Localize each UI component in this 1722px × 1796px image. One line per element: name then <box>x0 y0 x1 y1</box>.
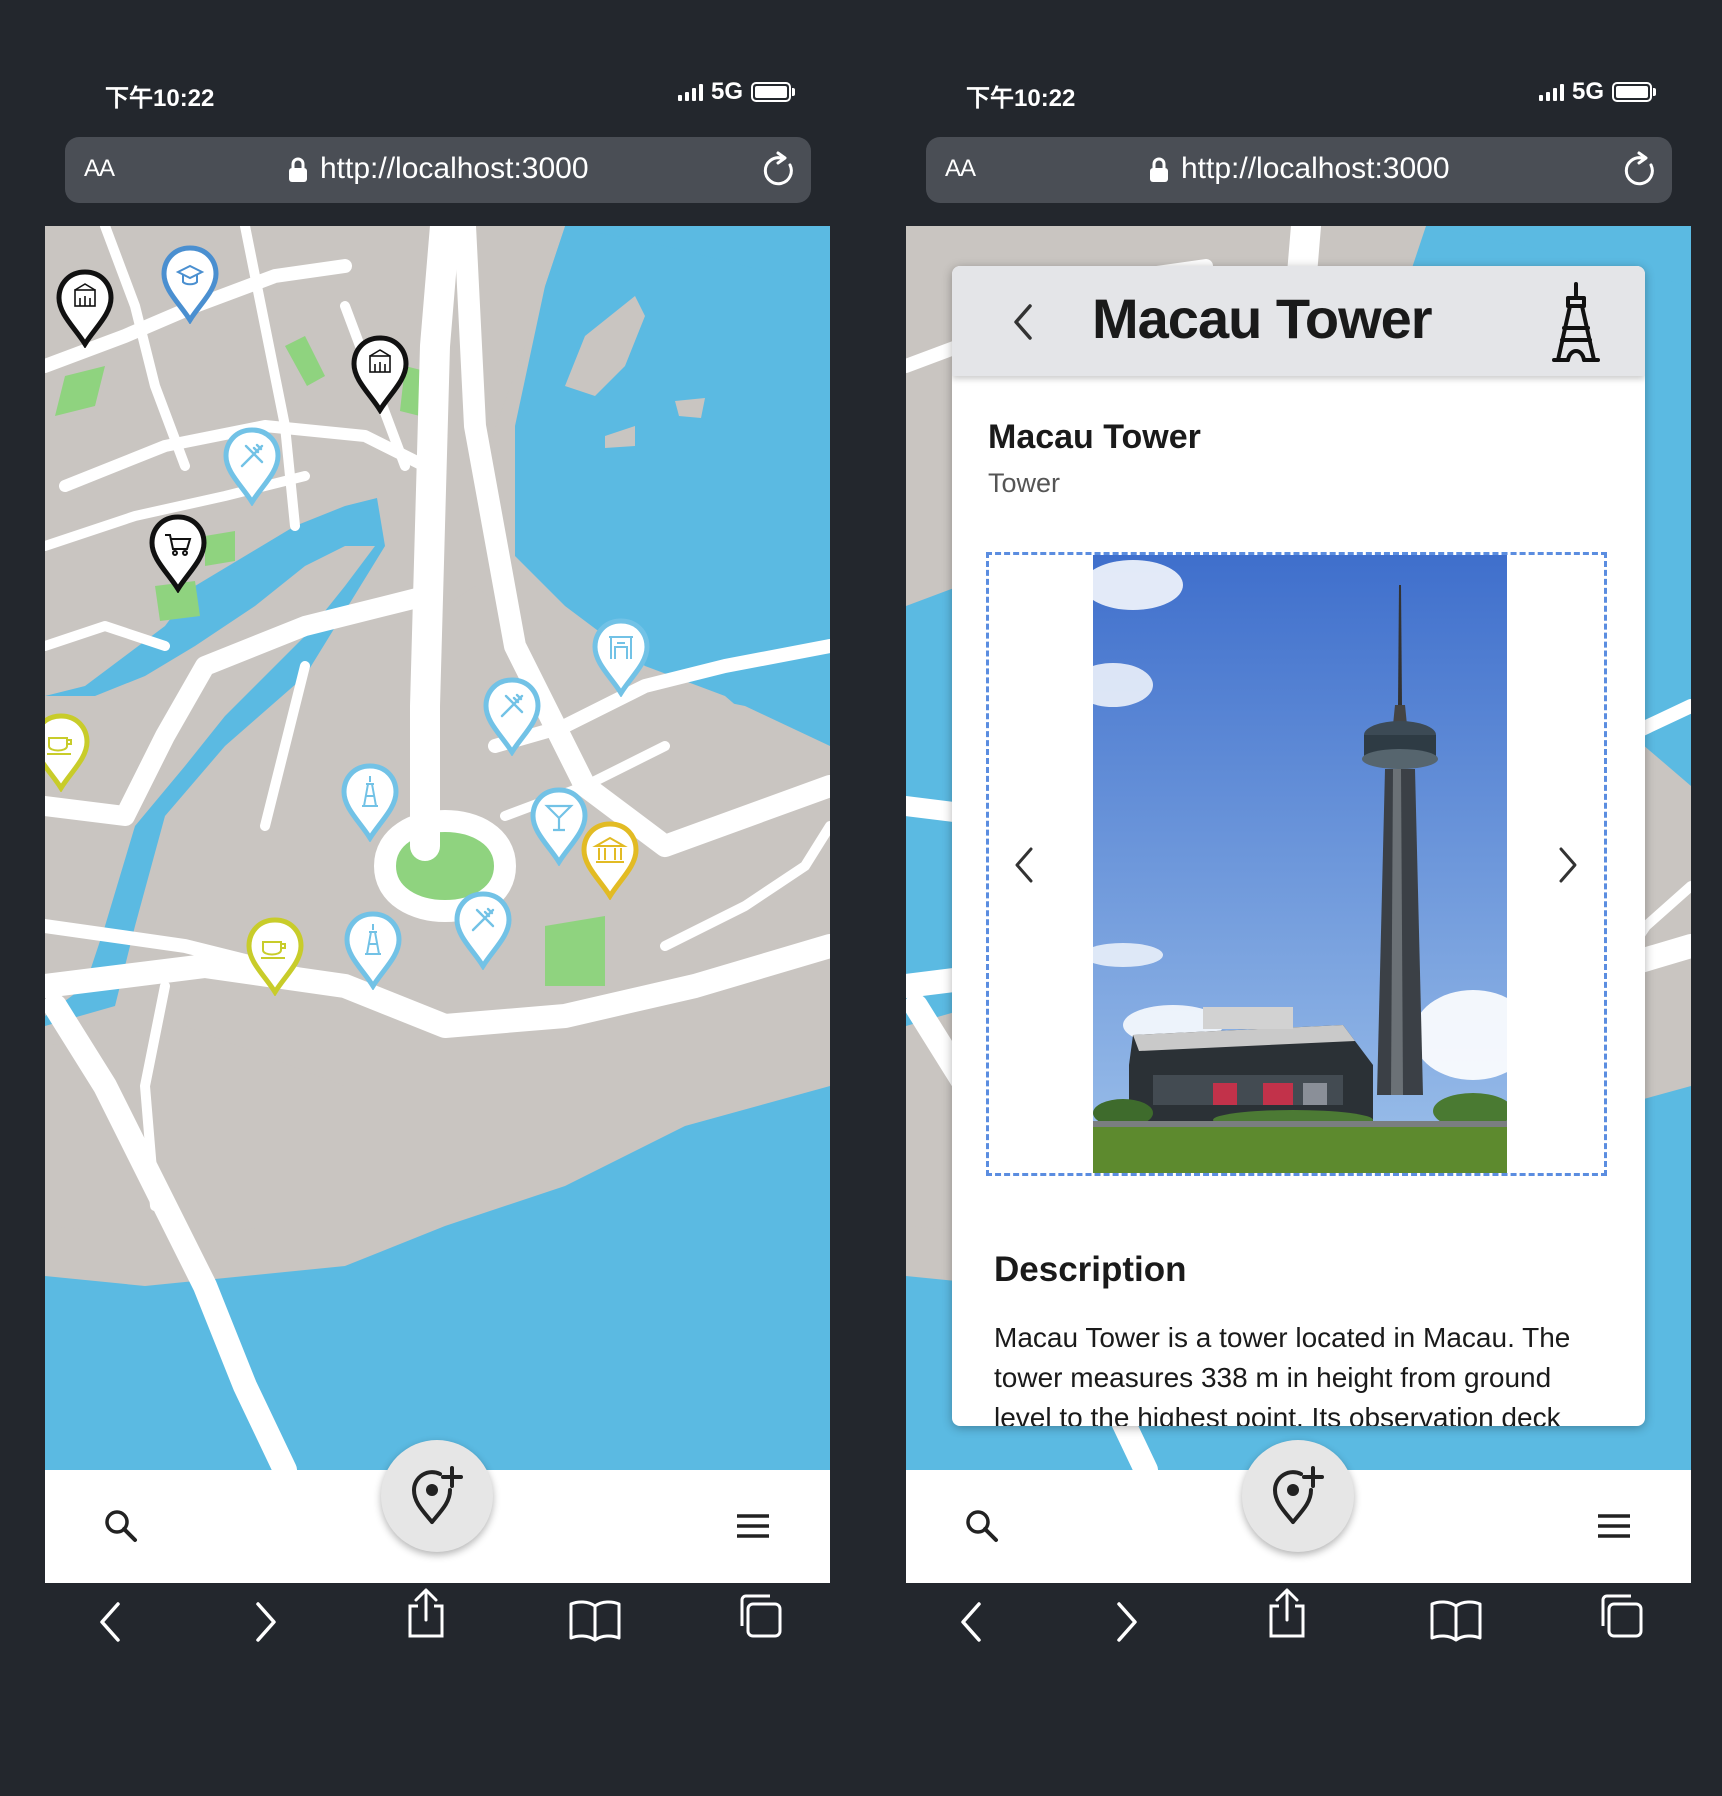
share-icon[interactable] <box>1265 1586 1309 1640</box>
battery-icon <box>1612 82 1656 102</box>
map-marker-tower[interactable] <box>340 762 400 842</box>
reload-icon[interactable] <box>1622 151 1658 189</box>
search-icon[interactable] <box>964 1508 1000 1544</box>
description-text: Macau Tower is a tower located in Macau.… <box>994 1322 1571 1426</box>
browser-back-icon[interactable] <box>957 1600 987 1644</box>
share-icon[interactable] <box>404 1586 448 1640</box>
map-marker-restaurant[interactable] <box>453 890 513 970</box>
status-network: 5G <box>1538 78 1656 106</box>
phone-left: 下午10:22 5G AA http://localhost:3000 <box>0 0 861 1796</box>
bookmarks-icon[interactable] <box>1429 1598 1483 1642</box>
place-name: Macau Tower <box>988 418 1201 456</box>
browser-toolbar <box>861 1588 1722 1680</box>
map-marker-shopping[interactable] <box>148 513 208 593</box>
status-bar: 下午10:22 5G <box>105 78 795 112</box>
phone-right: 下午10:22 5G AA http://localhost:3000 Maca… <box>861 0 1722 1796</box>
add-place-button[interactable] <box>1242 1440 1354 1552</box>
browser-forward-icon[interactable] <box>1111 1600 1141 1644</box>
map-marker-tower[interactable] <box>343 910 403 990</box>
add-location-icon <box>1272 1466 1324 1524</box>
network-label: 5G <box>1571 78 1604 105</box>
text-size-button[interactable]: AA <box>945 155 976 183</box>
app-screen: Macau Tower Macau Tower Tower Descriptio… <box>906 226 1691 1583</box>
tabs-icon[interactable] <box>736 1592 784 1640</box>
map-marker-museum[interactable] <box>580 820 640 900</box>
place-detail-panel: Macau Tower Macau Tower Tower Descriptio… <box>952 266 1645 1426</box>
search-icon[interactable] <box>103 1508 139 1544</box>
hamburger-menu-icon[interactable] <box>1596 1513 1632 1539</box>
panel-header: Macau Tower <box>952 266 1645 376</box>
add-location-icon <box>411 1466 463 1524</box>
gallery-prev-icon[interactable] <box>1011 845 1037 885</box>
signal-icon <box>1538 83 1564 101</box>
description-heading: Description <box>994 1250 1187 1289</box>
map-marker-restaurant[interactable] <box>482 676 542 756</box>
place-photo <box>1093 555 1507 1173</box>
hamburger-menu-icon[interactable] <box>735 1513 771 1539</box>
map-marker-school[interactable] <box>160 244 220 324</box>
bookmarks-icon[interactable] <box>568 1598 622 1642</box>
lock-icon <box>289 157 307 182</box>
map-marker-landmark[interactable] <box>55 268 115 348</box>
browser-forward-icon[interactable] <box>250 1600 280 1644</box>
tower-icon <box>1552 282 1600 362</box>
url-text[interactable]: http://localhost:3000 <box>1181 152 1450 186</box>
map-view[interactable] <box>45 226 830 1470</box>
map-marker-restaurant[interactable] <box>222 426 282 506</box>
map-marker-landmark[interactable] <box>350 334 410 414</box>
address-bar[interactable]: AA http://localhost:3000 <box>926 137 1672 203</box>
map-marker-cafe[interactable] <box>45 712 91 792</box>
tabs-icon[interactable] <box>1597 1592 1645 1640</box>
map-marker-temple[interactable] <box>591 617 651 697</box>
app-screen <box>45 226 830 1583</box>
text-size-button[interactable]: AA <box>84 155 115 183</box>
browser-toolbar <box>0 1588 861 1680</box>
battery-icon <box>751 82 795 102</box>
photo-gallery[interactable] <box>986 552 1607 1176</box>
browser-back-icon[interactable] <box>96 1600 126 1644</box>
status-network: 5G <box>677 78 795 106</box>
address-bar[interactable]: AA http://localhost:3000 <box>65 137 811 203</box>
reload-icon[interactable] <box>761 151 797 189</box>
panel-title: Macau Tower <box>1092 287 1433 350</box>
network-label: 5G <box>710 78 743 105</box>
add-place-button[interactable] <box>381 1440 493 1552</box>
status-time: 下午10:22 <box>966 85 1076 112</box>
back-chevron-icon[interactable] <box>1010 302 1036 342</box>
place-type: Tower <box>988 468 1061 498</box>
url-text[interactable]: http://localhost:3000 <box>320 152 589 186</box>
lock-icon <box>1150 157 1168 182</box>
status-bar: 下午10:22 5G <box>966 78 1656 112</box>
gallery-next-icon[interactable] <box>1555 845 1581 885</box>
map-marker-cafe[interactable] <box>245 916 305 996</box>
status-time: 下午10:22 <box>105 85 215 112</box>
signal-icon <box>677 83 703 101</box>
